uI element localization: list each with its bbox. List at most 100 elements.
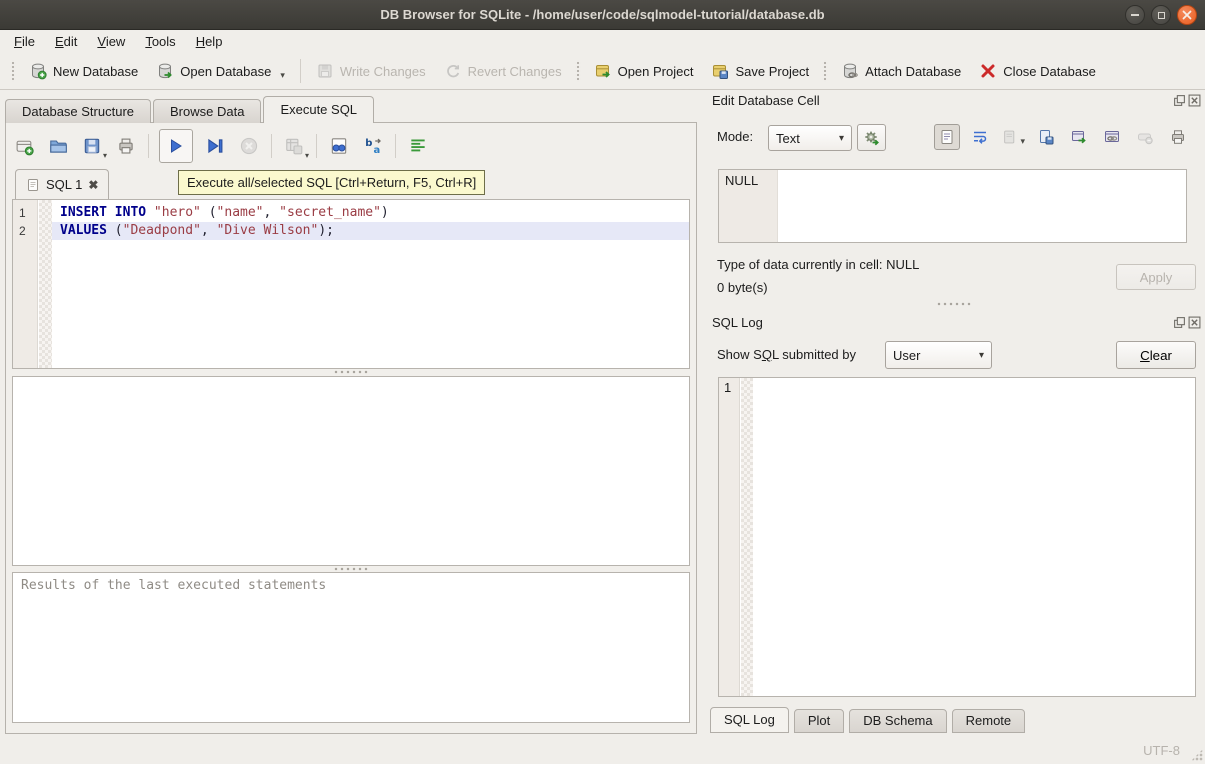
open-in-external-button[interactable] — [1066, 124, 1092, 150]
resize-grip-icon[interactable] — [1191, 749, 1203, 761]
copy-link-button[interactable] — [1099, 124, 1125, 150]
editor-splitter[interactable] — [12, 369, 690, 375]
save-results-button[interactable]: ▾ — [282, 134, 306, 158]
save-results-icon — [284, 136, 304, 156]
import-cell-data-button[interactable]: ▾ — [1000, 124, 1026, 150]
window-controls — [1125, 5, 1197, 25]
filter-label: Show SQL submitted by — [717, 347, 856, 362]
results-message-pane: Results of the last executed statements — [12, 572, 690, 723]
dock-tab-remote[interactable]: Remote — [952, 709, 1026, 733]
gear-icon — [863, 129, 881, 147]
format-sql-button[interactable] — [406, 134, 430, 158]
sql-editor[interactable]: 1INSERT INTO "hero" ("name", "secret_nam… — [12, 199, 690, 369]
sql-toolbar: ▾ — [12, 127, 430, 165]
dock-tab-plot[interactable]: Plot — [794, 709, 844, 733]
menu-help[interactable]: Help — [186, 32, 233, 51]
maximize-button[interactable] — [1151, 5, 1171, 25]
word-wrap-button[interactable] — [967, 124, 993, 150]
toolbar-drag-handle[interactable] — [822, 60, 828, 82]
main-toolbar: New Database Open Database ▾ Write Chang… — [0, 53, 1205, 90]
results-table-pane — [12, 376, 690, 566]
execute-sql-panel: ▾ — [5, 122, 697, 734]
close-database-icon — [979, 62, 997, 80]
new-database-button[interactable]: New Database — [20, 56, 147, 86]
open-sql-file-button[interactable] — [46, 134, 70, 158]
new-sql-tab-button[interactable] — [12, 134, 36, 158]
sql-tab-close-icon[interactable]: ✖ — [88, 178, 98, 192]
set-null-icon — [1136, 128, 1154, 146]
import-dropdown-icon: ▾ — [1020, 136, 1025, 147]
encoding-indicator[interactable]: UTF-8 — [1143, 743, 1180, 758]
tab-execute-sql[interactable]: Execute SQL — [263, 96, 374, 123]
cell-null-label: NULL — [719, 170, 778, 242]
edit-cell-dock-title: Edit Database Cell — [712, 93, 820, 108]
open-project-button[interactable]: Open Project — [585, 56, 703, 86]
minimize-icon — [1131, 14, 1139, 16]
open-external-icon — [1070, 128, 1088, 146]
execute-all-button[interactable] — [159, 129, 193, 163]
auto-switch-mode-button[interactable] — [857, 124, 886, 151]
tab-browse-data[interactable]: Browse Data — [153, 99, 261, 123]
revert-changes-button[interactable]: Revert Changes — [435, 56, 571, 86]
open-database-button[interactable]: Open Database ▾ — [147, 56, 294, 86]
stop-execution-button[interactable] — [237, 134, 261, 158]
find-icon — [329, 136, 349, 156]
main-tab-bar: Database Structure Browse Data Execute S… — [5, 96, 376, 123]
save-sql-file-button[interactable]: ▾ — [80, 134, 104, 158]
toolbar-drag-handle[interactable] — [10, 60, 16, 82]
new-database-icon — [29, 62, 47, 80]
find-button[interactable] — [327, 134, 351, 158]
write-changes-button[interactable]: Write Changes — [307, 56, 435, 86]
dock-float-icon[interactable] — [1173, 94, 1186, 107]
chevron-down-icon: ▾ — [839, 133, 844, 144]
dock-float-icon[interactable] — [1173, 316, 1186, 329]
export-cell-data-button[interactable] — [1033, 124, 1059, 150]
dock-tab-sql-log[interactable]: SQL Log — [710, 707, 789, 733]
save-project-button[interactable]: Save Project — [702, 56, 818, 86]
sql-document-tab[interactable]: SQL 1 ✖ — [15, 169, 109, 199]
text-mode-button[interactable] — [934, 124, 960, 150]
toolbar-separator — [395, 134, 396, 158]
find-replace-button[interactable]: b a — [361, 134, 385, 158]
minimize-button[interactable] — [1125, 5, 1145, 25]
menu-view[interactable]: View — [87, 32, 135, 51]
menu-file[interactable]: File — [4, 32, 45, 51]
execute-line-button[interactable] — [203, 134, 227, 158]
print-icon — [116, 136, 136, 156]
open-database-icon — [156, 62, 174, 80]
cell-editor-toolbar: ▾ — [934, 124, 1191, 150]
save-file-dropdown-icon[interactable]: ▾ — [103, 151, 107, 160]
print-cell-button[interactable] — [1165, 124, 1191, 150]
close-button[interactable] — [1177, 5, 1197, 25]
dock-splitter[interactable] — [702, 300, 1205, 308]
window-title: DB Browser for SQLite - /home/user/code/… — [380, 7, 824, 22]
attach-database-button[interactable]: Attach Database — [832, 56, 970, 86]
print-sql-button[interactable] — [114, 134, 138, 158]
svg-text:b: b — [365, 138, 372, 149]
toolbar-separator — [316, 134, 317, 158]
save-results-dropdown-icon[interactable]: ▾ — [305, 151, 309, 160]
sql-document-icon — [26, 178, 40, 192]
tab-database-structure[interactable]: Database Structure — [5, 99, 151, 123]
cell-type-info: Type of data currently in cell: NULL — [717, 257, 919, 272]
dock-close-icon[interactable] — [1188, 316, 1201, 329]
open-database-dropdown-icon[interactable]: ▾ — [280, 70, 285, 81]
clear-log-button[interactable]: Clear — [1116, 341, 1196, 369]
status-bar: UTF-8 — [0, 737, 1205, 764]
toolbar-drag-handle[interactable] — [575, 60, 581, 82]
filter-select[interactable]: User ▾ — [885, 341, 992, 369]
apply-button[interactable]: Apply — [1116, 264, 1196, 290]
cell-value-editor[interactable]: NULL — [718, 169, 1187, 243]
dock-tab-db-schema[interactable]: DB Schema — [849, 709, 946, 733]
format-sql-icon — [408, 136, 428, 156]
new-tab-icon — [15, 137, 34, 156]
menu-tools[interactable]: Tools — [135, 32, 185, 51]
titlebar[interactable]: DB Browser for SQLite - /home/user/code/… — [0, 0, 1205, 30]
execute-all-icon — [167, 137, 185, 155]
dock-close-icon[interactable] — [1188, 94, 1201, 107]
svg-text:a: a — [374, 145, 381, 156]
set-null-button[interactable] — [1132, 124, 1158, 150]
close-database-button[interactable]: Close Database — [970, 56, 1105, 86]
menu-edit[interactable]: Edit — [45, 32, 87, 51]
mode-select[interactable]: Text ▾ — [768, 125, 852, 151]
